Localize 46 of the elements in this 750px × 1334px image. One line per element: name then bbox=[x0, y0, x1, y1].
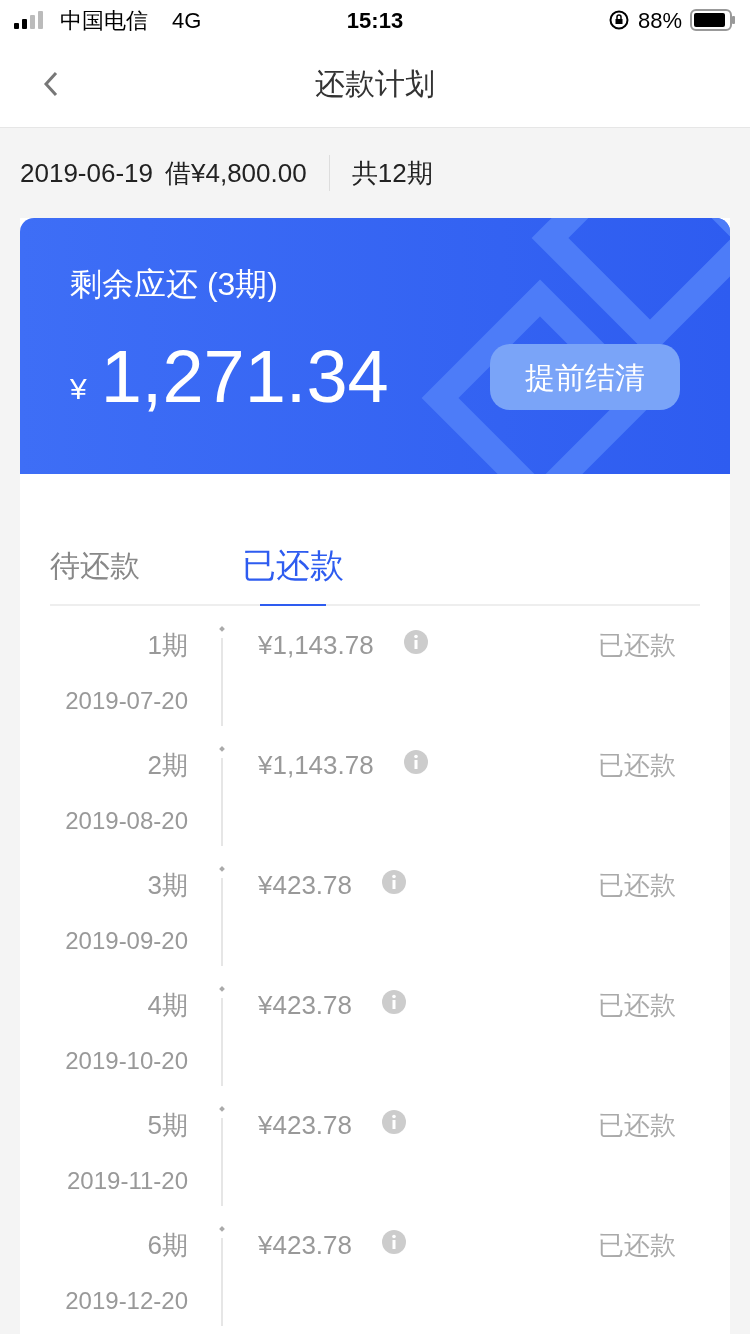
due-date: 2019-12-20 bbox=[65, 1286, 188, 1316]
remaining-amount: 1,271.34 bbox=[100, 340, 389, 414]
battery-icon bbox=[690, 9, 736, 31]
payment-amount: ¥423.78 bbox=[258, 869, 352, 902]
rotation-lock-icon bbox=[607, 9, 630, 31]
payment-status: 已还款 bbox=[598, 1229, 676, 1262]
loan-date: 2019-06-19 bbox=[20, 156, 153, 190]
payment-amount: ¥423.78 bbox=[258, 1229, 352, 1262]
network-type: 4G bbox=[172, 6, 202, 35]
payment-status: 已还款 bbox=[598, 989, 676, 1022]
payment-status: 已还款 bbox=[598, 749, 676, 782]
period-number: 2期 bbox=[147, 749, 188, 782]
battery-percent: 88% bbox=[637, 6, 682, 35]
payment-amount: ¥423.78 bbox=[258, 989, 352, 1022]
info-icon[interactable] bbox=[403, 630, 428, 654]
tab[interactable]: 待还款 bbox=[50, 526, 140, 604]
payment-amount: ¥1,143.78 bbox=[258, 629, 374, 662]
period-number: 5期 bbox=[147, 1109, 188, 1142]
info-icon[interactable] bbox=[382, 1230, 406, 1254]
info-icon[interactable] bbox=[382, 870, 406, 894]
info-icon[interactable] bbox=[382, 990, 406, 1014]
period-number: 4期 bbox=[147, 989, 188, 1022]
payment-status: 已还款 bbox=[598, 1109, 676, 1142]
carrier-name: 中国电信 bbox=[60, 6, 148, 35]
info-icon[interactable] bbox=[382, 1110, 406, 1134]
early-payoff-button[interactable]: 提前结清 bbox=[490, 344, 680, 410]
remaining-label: 剩余应还 (3期) bbox=[70, 265, 279, 304]
payment-status: 已还款 bbox=[598, 629, 676, 662]
period-count: 共12期 bbox=[351, 156, 433, 190]
period-number: 6期 bbox=[147, 1229, 188, 1262]
info-icon[interactable] bbox=[403, 750, 428, 774]
tab[interactable]: 已还款 bbox=[242, 526, 344, 604]
currency-symbol: ¥ bbox=[70, 370, 87, 407]
payment-status: 已还款 bbox=[598, 869, 676, 902]
payment-amount: ¥423.78 bbox=[258, 1109, 352, 1142]
due-date: 2019-07-20 bbox=[65, 686, 188, 716]
due-date: 2019-09-20 bbox=[65, 926, 188, 956]
due-date: 2019-10-20 bbox=[65, 1046, 188, 1076]
due-date: 2019-08-20 bbox=[65, 806, 188, 836]
period-number: 1期 bbox=[147, 629, 188, 662]
period-number: 3期 bbox=[147, 869, 188, 902]
clock-time: 15:13 bbox=[345, 6, 405, 35]
payment-amount: ¥1,143.78 bbox=[258, 749, 374, 782]
due-date: 2019-11-20 bbox=[67, 1166, 188, 1196]
page-title: 还款计划 bbox=[315, 66, 435, 102]
loan-amount: 借¥4,800.00 bbox=[165, 156, 307, 190]
